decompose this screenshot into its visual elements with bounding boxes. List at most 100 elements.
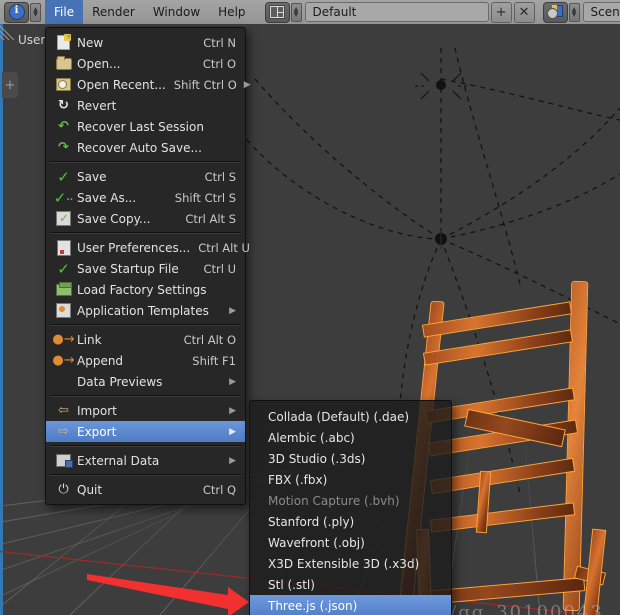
menu-item-label: Export	[77, 424, 117, 439]
menu-file[interactable]: File	[45, 0, 84, 24]
menu-item-open[interactable]: Open... Ctrl O	[46, 53, 245, 74]
menu-render[interactable]: Render	[83, 0, 144, 24]
menu-item-label: Save	[77, 169, 107, 184]
menu-item-label: Save Copy...	[77, 211, 151, 226]
external-data-icon	[54, 453, 73, 469]
recover-session-icon: ↶	[58, 119, 69, 134]
menu-separator	[50, 161, 241, 163]
export-item-stanford-ply[interactable]: Stanford (.ply)	[250, 511, 451, 532]
menu-item-label: User Preferences...	[77, 240, 191, 255]
export-item-wavefront-obj[interactable]: Wavefront (.obj)	[250, 532, 451, 553]
menu-item-link[interactable]: ●→ Link Ctrl Alt O	[46, 329, 245, 350]
menu-item-shortcut: Ctrl O	[202, 56, 236, 71]
menu-item-save-copy[interactable]: ✓ Save Copy... Ctrl Alt S	[46, 208, 245, 229]
menu-item-label: Import	[77, 403, 117, 418]
menu-separator	[50, 395, 241, 397]
menu-item-label: Open Recent...	[77, 77, 166, 92]
save-as-icon: ✓..	[53, 188, 74, 207]
menu-item-recover-last-session[interactable]: ↶ Recover Last Session	[46, 116, 245, 137]
menu-item-append[interactable]: ●→ Append Shift F1	[46, 350, 245, 371]
menu-item-label: External Data	[77, 453, 160, 468]
menu-item-shortcut: Ctrl N	[203, 35, 236, 50]
menu-item-label: Link	[77, 332, 102, 347]
menu-item-new[interactable]: New Ctrl N	[46, 32, 245, 53]
delete-screen-layout-button[interactable]: ✕	[513, 1, 535, 23]
menu-item-label: Recover Auto Save...	[77, 140, 202, 155]
export-item-fbx[interactable]: FBX (.fbx)	[250, 469, 451, 490]
info-icon: i	[8, 4, 25, 20]
data-previews-icon	[54, 374, 73, 390]
open-folder-icon	[54, 55, 73, 72]
export-item-x3d[interactable]: X3D Extensible 3D (.x3d)	[250, 553, 451, 574]
chevron-right-icon: ▶	[243, 79, 251, 90]
menu-item-import[interactable]: ⇦ Import ▶	[46, 400, 245, 421]
screen-layout-button[interactable]	[264, 1, 290, 23]
chevron-right-icon: ▶	[229, 376, 236, 387]
main-menu-bar[interactable]: File Render Window Help	[45, 0, 255, 24]
top-header-bar: i ▲ ▼ File Render Window Help ▲ ▼ Default …	[0, 0, 620, 24]
menu-item-shortcut: Ctrl U	[203, 261, 236, 276]
chevron-right-icon: ▶	[229, 426, 236, 437]
export-item-3d-studio[interactable]: 3D Studio (.3ds)	[250, 448, 451, 469]
scene-selector[interactable]: ▲▼ Scene + ✕	[541, 1, 620, 23]
layout-icon	[269, 5, 286, 19]
menu-item-external-data[interactable]: External Data ▶	[46, 450, 245, 471]
menu-item-quit[interactable]: ⏻ Quit Ctrl Q	[46, 479, 245, 500]
info-editor-button[interactable]: i	[4, 1, 29, 23]
export-item-collada[interactable]: Collada (Default) (.dae)	[250, 406, 451, 427]
scene-name[interactable]: Scene	[582, 2, 620, 22]
menu-window[interactable]: Window	[144, 0, 209, 24]
link-icon: ●→	[52, 332, 75, 347]
menu-help[interactable]: Help	[209, 0, 254, 24]
export-item-alembic[interactable]: Alembic (.abc)	[250, 427, 451, 448]
menu-separator	[50, 232, 241, 234]
viewport-tab-handle[interactable]: +	[2, 72, 18, 98]
menu-item-label: New	[77, 35, 104, 50]
revert-icon: ↻	[58, 98, 69, 113]
menu-item-load-factory-settings[interactable]: Load Factory Settings	[46, 279, 245, 300]
screen-layout-spinner[interactable]: ▲ ▼	[290, 2, 302, 22]
menu-item-save[interactable]: ✓ Save Ctrl S	[46, 166, 245, 187]
export-item-threejs-json[interactable]: Three.js (.json)	[250, 595, 451, 615]
menu-item-shortcut: Ctrl Alt U	[198, 240, 250, 255]
menu-item-label: Recover Last Session	[77, 119, 204, 134]
export-submenu[interactable]: Collada (Default) (.dae) Alembic (.abc) …	[249, 400, 452, 615]
menu-item-shortcut: Shift Ctrl S	[174, 190, 236, 205]
menu-item-label: Load Factory Settings	[77, 282, 207, 297]
open-recent-icon	[54, 77, 73, 93]
scene-spinner[interactable]: ▲ ▼	[568, 2, 580, 22]
menu-item-label: Data Previews	[77, 374, 163, 389]
chevron-right-icon: ▶	[229, 305, 236, 316]
add-screen-layout-button[interactable]: +	[490, 1, 512, 23]
menu-item-data-previews[interactable]: Data Previews ▶	[46, 371, 245, 392]
recover-autosave-icon: ↷	[58, 140, 69, 155]
export-item-stl[interactable]: Stl (.stl)	[250, 574, 451, 595]
menu-item-shortcut: Ctrl S	[204, 169, 236, 184]
menu-item-save-startup-file[interactable]: ✓ Save Startup File Ctrl U	[46, 258, 245, 279]
menu-item-revert[interactable]: ↻ Revert	[46, 95, 245, 116]
save-startup-icon: ✓	[57, 259, 70, 278]
menu-item-user-preferences[interactable]: User Preferences... Ctrl Alt U	[46, 237, 250, 258]
editor-type-selector[interactable]: i ▲ ▼	[2, 1, 41, 23]
scene-browse-button[interactable]	[542, 1, 568, 23]
export-item-motion-capture: Motion Capture (.bvh)	[268, 493, 400, 508]
chevron-right-icon: ▶	[229, 455, 236, 466]
menu-item-shortcut: Ctrl Alt S	[185, 211, 236, 226]
menu-separator	[50, 324, 241, 326]
user-preferences-icon	[54, 239, 73, 256]
menu-item-label: Save Startup File	[77, 261, 179, 276]
menu-item-label: Application Templates	[77, 303, 209, 318]
file-menu-dropdown[interactable]: New Ctrl N Open... Ctrl O Open Recent...…	[45, 27, 251, 505]
menu-item-save-as[interactable]: ✓.. Save As... Shift Ctrl S	[46, 187, 245, 208]
menu-item-shortcut: Shift Ctrl O	[173, 77, 237, 92]
menu-item-export[interactable]: ⇨ Export ▶	[46, 421, 245, 442]
menu-item-recover-auto-save[interactable]: ↷ Recover Auto Save...	[46, 137, 245, 158]
save-copy-icon: ✓	[54, 211, 73, 227]
quit-icon: ⏻	[58, 482, 69, 497]
menu-item-open-recent[interactable]: Open Recent... Shift Ctrl O ▶	[46, 74, 251, 95]
screen-layout-name[interactable]: Default	[304, 2, 489, 22]
editor-type-spinner[interactable]: ▲ ▼	[30, 2, 41, 22]
screen-layout-selector[interactable]: ▲ ▼ Default + ✕	[263, 1, 535, 23]
blender-window: User Persp + //blog.csdn.net/qq_30100043…	[0, 0, 620, 615]
menu-item-application-templates[interactable]: Application Templates ▶	[46, 300, 245, 321]
